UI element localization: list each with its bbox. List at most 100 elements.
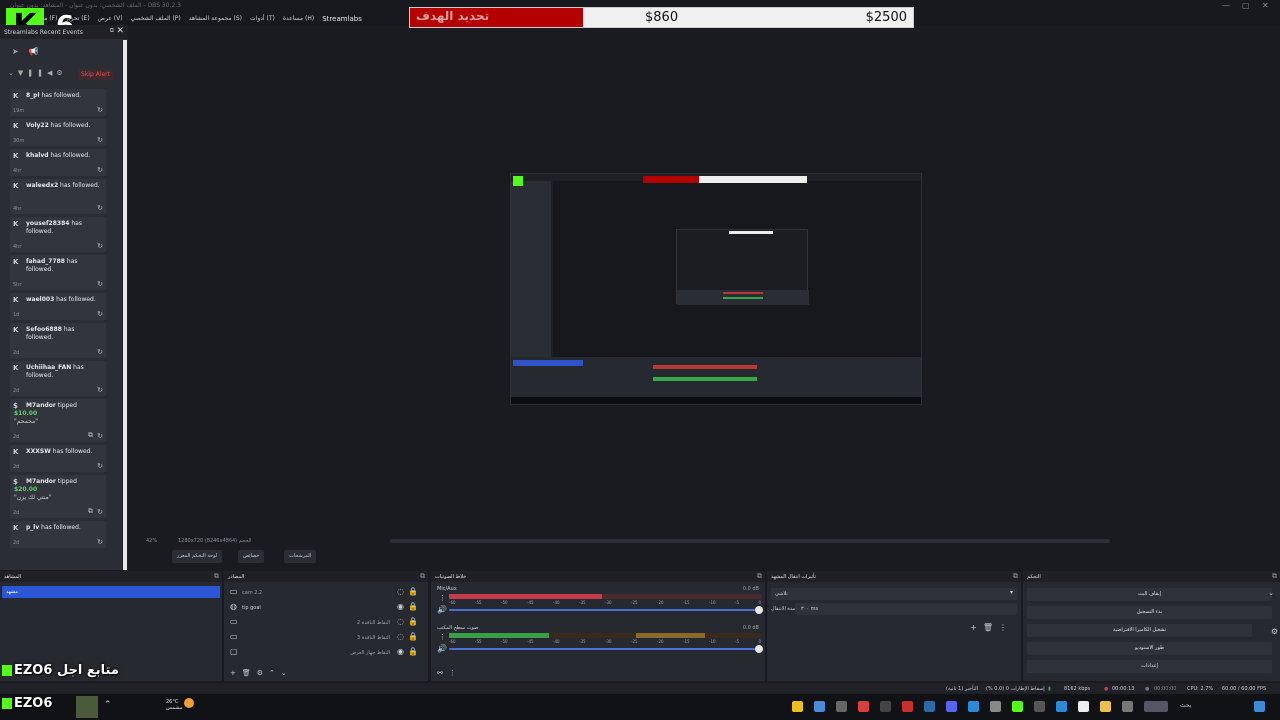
- app-icon[interactable]: [880, 701, 891, 712]
- hidden-eye-icon[interactable]: ◌: [397, 617, 404, 626]
- eye-icon[interactable]: ◉: [397, 647, 404, 656]
- gear-icon[interactable]: ⚙: [1271, 627, 1278, 636]
- duration-input[interactable]: ٣٠٠ ms: [795, 603, 1017, 615]
- volume-slider-knob[interactable]: [755, 606, 763, 614]
- menu-item-scene-collection[interactable]: مجموعة المشاهد (S): [189, 15, 242, 22]
- chevron-up-icon[interactable]: ⌃: [104, 700, 112, 710]
- chevron-down-icon[interactable]: ⌄: [8, 69, 18, 77]
- edge-icon[interactable]: [1056, 701, 1067, 712]
- copy-icon[interactable]: ⧉: [88, 431, 93, 440]
- replay-icon[interactable]: ↻: [97, 242, 103, 250]
- copy-icon[interactable]: ⧉: [88, 507, 93, 516]
- speaker-icon[interactable]: 🔊: [437, 644, 447, 653]
- app-icon[interactable]: [858, 701, 869, 712]
- maximize-icon[interactable]: ▢: [1242, 1, 1250, 10]
- channel-menu-icon[interactable]: ⋮: [439, 594, 446, 602]
- speaker-icon[interactable]: 🔊: [437, 605, 447, 614]
- replay-icon[interactable]: ↻: [97, 310, 103, 318]
- menu-item-help[interactable]: مساعدة (H): [283, 15, 314, 22]
- lock-icon[interactable]: 🔒: [408, 632, 418, 641]
- hidden-eye-icon[interactable]: ◌: [397, 632, 404, 641]
- menu-item-streamlabs[interactable]: Streamlabs: [322, 15, 362, 23]
- app-icon[interactable]: [1034, 701, 1045, 712]
- undock-icon[interactable]: ⧉: [1013, 572, 1018, 581]
- app-icon[interactable]: [1012, 701, 1023, 712]
- volume-slider-knob[interactable]: [755, 645, 763, 653]
- arrow-down-icon[interactable]: ⌄: [281, 669, 293, 677]
- close-icon[interactable]: ✕: [1262, 1, 1269, 10]
- source-row[interactable]: ◍ tip goal ◉ 🔒: [226, 601, 426, 615]
- replay-icon[interactable]: ↻: [97, 386, 103, 394]
- volume-slider[interactable]: [449, 606, 763, 614]
- properties-button[interactable]: خصائص: [238, 550, 265, 563]
- app-icon[interactable]: [968, 701, 979, 712]
- replay-icon[interactable]: ↻: [97, 166, 103, 174]
- events-scroll-thumb[interactable]: [123, 40, 127, 570]
- source-row[interactable]: ▢ التقاط جهاز العرض ◉ 🔒: [226, 646, 426, 660]
- paper-plane-icon[interactable]: ➤: [12, 47, 29, 56]
- start-recording-button[interactable]: بدء التسجيل: [1027, 606, 1272, 619]
- menu-item-tools[interactable]: أدوات (T): [250, 15, 275, 22]
- lock-icon[interactable]: 🔒: [408, 647, 418, 656]
- app-icon[interactable]: [990, 701, 1001, 712]
- discord-icon[interactable]: [946, 701, 957, 712]
- app-icon[interactable]: [814, 701, 825, 712]
- app-icon[interactable]: [792, 701, 803, 712]
- source-row[interactable]: ▭ التقاط النافذة 2 ◌ 🔒: [226, 616, 426, 630]
- megaphone-icon[interactable]: 📢: [29, 47, 49, 56]
- filter-icon[interactable]: ▼: [18, 69, 27, 77]
- replay-icon[interactable]: ↻: [97, 280, 103, 288]
- replay-icon[interactable]: ↻: [97, 204, 103, 212]
- undock-icon[interactable]: ⧉: [214, 572, 219, 581]
- zoom-level[interactable]: 42%: [146, 538, 157, 544]
- undock-icon[interactable]: ⧉: [420, 572, 425, 581]
- scene-item[interactable]: مشهد: [2, 586, 220, 598]
- replay-icon[interactable]: ↻: [97, 348, 103, 356]
- steam-icon[interactable]: [924, 701, 935, 712]
- undock-icon[interactable]: ⧉: [757, 572, 762, 581]
- lock-icon[interactable]: 🔒: [408, 602, 418, 611]
- filters-button[interactable]: المرشحات: [284, 550, 317, 563]
- replay-icon[interactable]: ↻: [97, 462, 103, 470]
- channel-menu-icon[interactable]: ⋮: [439, 633, 446, 641]
- add-icon[interactable]: +: [230, 669, 242, 677]
- menu-item-view[interactable]: عرض (V): [98, 15, 123, 22]
- app-icon[interactable]: [836, 701, 847, 712]
- pause-icon[interactable]: ❚❚: [27, 69, 47, 77]
- mute-icon[interactable]: ◀: [47, 69, 56, 77]
- replay-icon[interactable]: ↻: [97, 508, 103, 516]
- chevron-down-icon[interactable]: ⌄: [1268, 589, 1274, 597]
- windows-start-icon[interactable]: [1254, 701, 1265, 712]
- replay-icon[interactable]: ↻: [97, 106, 103, 114]
- store-icon[interactable]: [1078, 701, 1089, 712]
- start-virtual-camera-button[interactable]: تشغيل الكاميرا الافتراضية: [1027, 624, 1252, 637]
- replay-icon[interactable]: ↻: [97, 432, 103, 440]
- menu-dots-icon[interactable]: ⋮: [449, 669, 462, 677]
- weather-widget[interactable]: 26°C مشمس: [166, 699, 182, 711]
- trash-icon[interactable]: 🗑: [983, 623, 999, 632]
- close-panel-icon[interactable]: ✕: [116, 26, 124, 36]
- settings-icon[interactable]: ⚙: [56, 69, 66, 77]
- arrow-up-icon[interactable]: ⌃: [269, 669, 281, 677]
- transition-select[interactable]: تلاشي ▾: [771, 588, 1017, 600]
- volume-slider[interactable]: [449, 645, 763, 653]
- trash-icon[interactable]: 🗑: [242, 669, 257, 677]
- lock-icon[interactable]: 🔒: [408, 587, 418, 596]
- stream-preview[interactable]: [510, 173, 922, 405]
- file-explorer-icon[interactable]: [1100, 701, 1111, 712]
- task-view-icon[interactable]: [1122, 701, 1133, 712]
- skip-alert-button[interactable]: Skip Alert: [78, 69, 113, 80]
- lock-icon[interactable]: 🔒: [408, 617, 418, 626]
- minimize-icon[interactable]: —: [1222, 1, 1230, 10]
- eye-icon[interactable]: ◉: [397, 602, 404, 611]
- replay-icon[interactable]: ↻: [97, 538, 103, 546]
- canvas-horizontal-scrollbar[interactable]: [390, 539, 1110, 543]
- undock-icon[interactable]: ⧉: [110, 27, 114, 35]
- app-icon[interactable]: [902, 701, 913, 712]
- menu-dots-icon[interactable]: ⋮: [999, 623, 1013, 632]
- hidden-eye-icon[interactable]: ◌: [397, 587, 404, 596]
- add-icon[interactable]: +: [970, 623, 983, 632]
- studio-mode-button[interactable]: طور الاستوديو: [1027, 642, 1272, 655]
- settings-button[interactable]: إعدادات: [1027, 660, 1272, 673]
- source-row[interactable]: ▭ التقاط النافذة 3 ◌ 🔒: [226, 631, 426, 645]
